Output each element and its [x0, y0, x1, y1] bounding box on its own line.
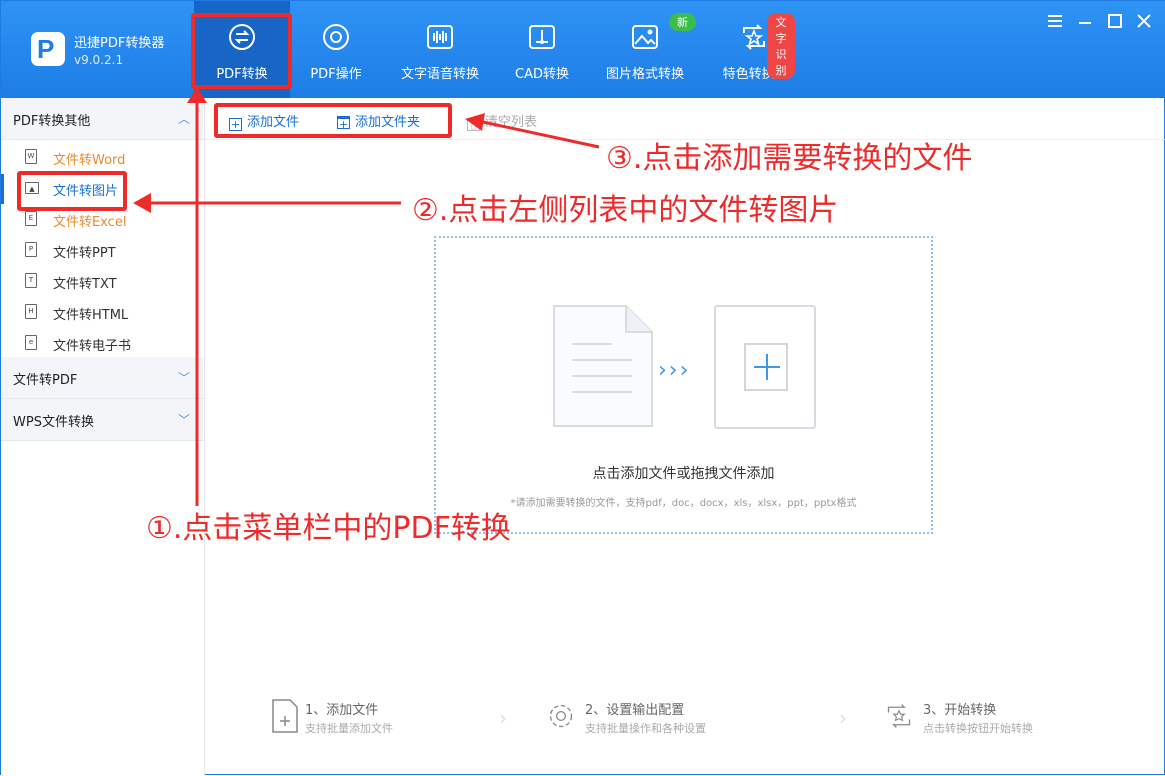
nav-cad-convert[interactable]: CAD转换 — [501, 1, 583, 98]
add-box — [714, 305, 816, 429]
sidebar-section-to-pdf[interactable]: 文件转PDF ﹀ — [1, 357, 204, 399]
txt-file-icon: T — [25, 273, 37, 288]
nav-label: CAD转换 — [515, 67, 569, 82]
sidebar-item-txt[interactable]: T 文件转TXT — [1, 267, 204, 297]
new-badge: 新 — [669, 13, 696, 31]
sidebar-section-wps[interactable]: WPS文件转换 ﹀ — [1, 399, 204, 441]
clear-list-button[interactable]: ▯ 清空列表 — [467, 111, 537, 131]
app-logo — [31, 32, 65, 66]
chevron-right-icon: › — [499, 706, 507, 730]
menu-icon[interactable] — [1045, 11, 1065, 31]
chevron-down-icon: ﹀ — [177, 371, 190, 385]
app-name: 迅捷PDF转换器 — [74, 36, 165, 51]
word-file-icon: W — [25, 149, 37, 164]
dropzone-label: 点击添加文件或拖拽文件添加 — [592, 466, 775, 482]
sidebar-item-html[interactable]: H 文件转HTML — [1, 298, 204, 328]
annotation-step2: ②.点击左侧列表中的文件转图片 — [412, 193, 839, 228]
file-drop-zone[interactable]: ››› 点击添加文件或拖拽文件添加 *请添加需要转换的文件，支持pdf，doc，… — [434, 236, 933, 534]
highlight-pdf-convert — [191, 13, 292, 89]
nav-pdf-operations[interactable]: PDF操作 — [295, 1, 377, 98]
arrows-icon: ››› — [658, 358, 691, 383]
chevron-down-icon: ﹀ — [177, 413, 190, 427]
nav-text-speech[interactable]: 文字语音转换 — [394, 1, 486, 98]
plus-icon — [744, 343, 788, 391]
maximize-icon[interactable] — [1105, 11, 1125, 31]
app-window: 迅捷PDF转换器 v9.0.2.1 PDF转换 PDF操作 文字语音转换 — [0, 0, 1165, 776]
annotation-step3: ③.点击添加需要转换的文件 — [606, 141, 973, 176]
top-navigation-bar: 迅捷PDF转换器 v9.0.2.1 PDF转换 PDF操作 文字语音转换 — [1, 1, 1165, 98]
nav-label: 图片格式转换 — [605, 67, 684, 82]
star-icon — [743, 24, 765, 50]
sidebar-item-ppt[interactable]: P 文件转PPT — [1, 236, 204, 266]
minimize-icon[interactable] — [1075, 11, 1095, 31]
ocr-badge: 文字识别 — [767, 13, 795, 79]
app-version: v9.0.2.1 — [74, 53, 124, 67]
nav-label: PDF操作 — [310, 67, 362, 82]
close-icon[interactable] — [1134, 11, 1154, 31]
sidebar-section-pdf-other[interactable]: PDF转换其他 ︿ — [1, 98, 204, 140]
ppt-file-icon: P — [25, 242, 37, 257]
annotation-step1: ①.点击菜单栏中的PDF转换 — [146, 511, 511, 546]
audio-icon — [427, 25, 453, 49]
sidebar-item-word[interactable]: W 文件转Word — [1, 143, 204, 173]
nav-label: 文字语音转换 — [400, 67, 479, 82]
gear-icon — [549, 704, 573, 728]
file-add-icon — [272, 699, 298, 733]
excel-file-icon: E — [25, 211, 37, 226]
chevron-right-icon: › — [839, 706, 847, 730]
chevron-up-icon: ︿ — [177, 112, 190, 126]
sidebar-item-ebook[interactable]: e 文件转电子书 — [1, 329, 204, 359]
trash-icon: ▯ — [467, 118, 480, 131]
document-icon — [553, 305, 653, 427]
nav-special-convert[interactable]: 特色转换 ▾ 文字识别 — [713, 1, 795, 98]
cad-icon — [529, 25, 555, 49]
highlight-file-to-image — [17, 171, 127, 211]
convert-star-icon — [887, 704, 911, 728]
ebook-file-icon: e — [25, 335, 37, 350]
image-icon — [632, 25, 658, 49]
html-file-icon: H — [25, 304, 37, 319]
highlight-add-file — [214, 103, 452, 138]
gear-icon — [323, 24, 349, 50]
nav-image-format[interactable]: 图片格式转换 新 — [599, 1, 696, 98]
